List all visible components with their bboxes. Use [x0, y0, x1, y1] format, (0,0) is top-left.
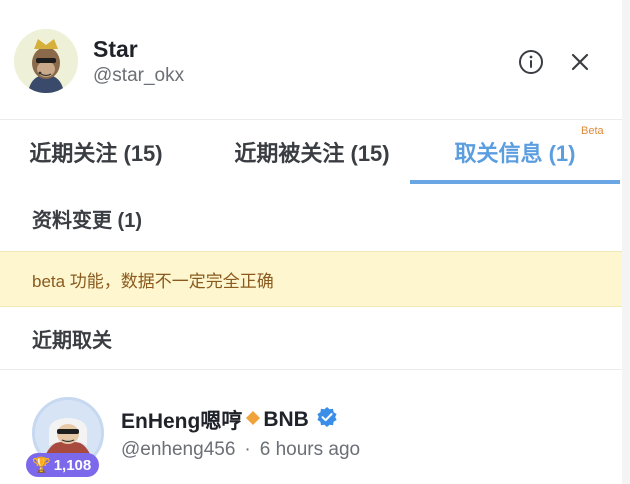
scrollbar[interactable] [622, 0, 630, 484]
close-icon[interactable] [566, 48, 594, 76]
profile-handle: @star_okx [93, 65, 185, 86]
profile-changes-row[interactable]: 资料变更 (1) [0, 186, 622, 250]
ape-avatar-icon[interactable] [14, 29, 78, 93]
tab-recent-follows[interactable]: 近期关注 (15) [0, 120, 192, 184]
info-icon[interactable] [517, 48, 545, 76]
beta-notice: beta 功能，数据不一定完全正确 [0, 251, 622, 307]
tab-bar: 近期关注 (15) 近期被关注 (15) 取关信息 (1) [0, 120, 622, 184]
recent-unfollows-heading: 近期取关 [0, 308, 622, 370]
list-item[interactable]: 🏆 1,108 EnHeng嗯哼 BNB @enheng456 · 6 hours … [0, 371, 622, 484]
beta-tag: Beta [581, 125, 604, 137]
verified-icon [316, 406, 338, 434]
diamond-icon [245, 408, 261, 432]
time-ago: 6 hours ago [259, 439, 361, 460]
user-name-line: EnHeng嗯哼 BNB [121, 405, 338, 435]
token-label: BNB [263, 408, 309, 431]
recent-unfollows-label: 近期取关 [32, 330, 112, 352]
profile-header: Star @star_okx [0, 0, 622, 120]
separator-dot: · [244, 439, 251, 460]
trophy-icon: 🏆 [32, 457, 51, 474]
tab-recent-followers[interactable]: 近期被关注 (15) [210, 120, 414, 184]
beta-notice-text: beta 功能，数据不一定完全正确 [32, 271, 274, 291]
user-name: EnHeng嗯哼 [121, 410, 243, 433]
user-handle: @enheng456 [121, 439, 236, 460]
profile-changes-label: 资料变更 (1) [32, 209, 142, 232]
trophy-badge: 🏆 1,108 [26, 453, 100, 477]
user-meta: @enheng456 · 6 hours ago [121, 439, 360, 461]
trophy-count: 1,108 [53, 456, 92, 474]
active-tab-indicator [410, 180, 620, 184]
profile-name: Star [93, 36, 138, 62]
